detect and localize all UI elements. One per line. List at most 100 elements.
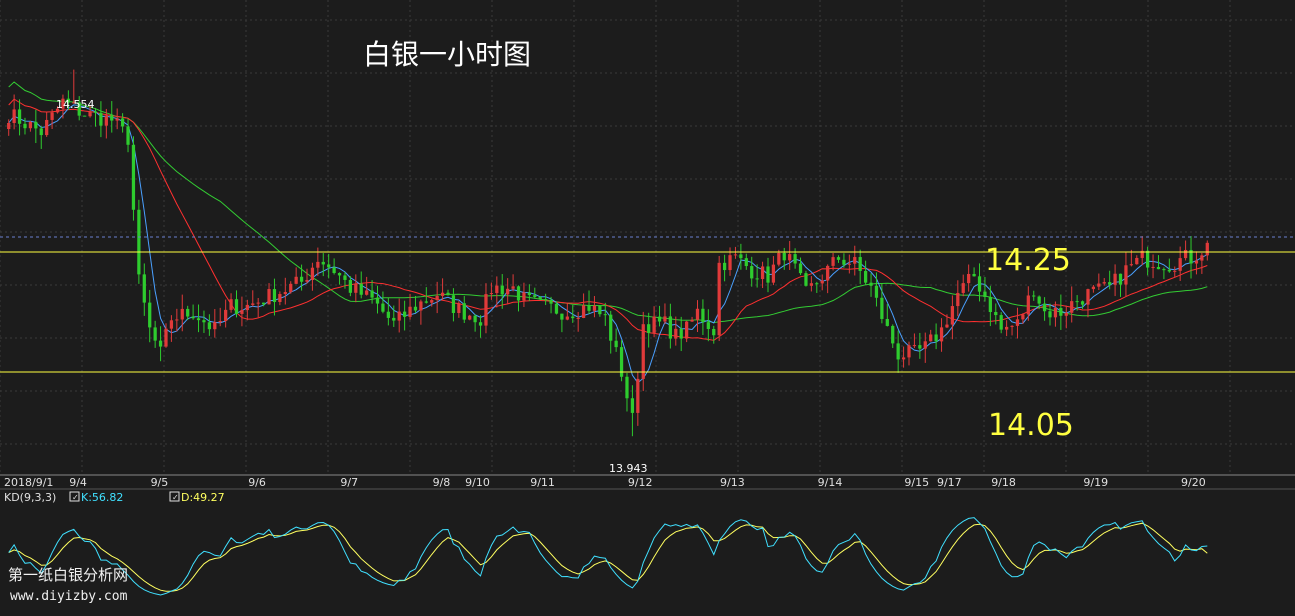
candle-body bbox=[739, 254, 743, 259]
candle-body bbox=[587, 305, 591, 311]
candle-body bbox=[1042, 303, 1047, 312]
candle-body bbox=[196, 318, 201, 321]
candle-body bbox=[782, 252, 786, 261]
candle-body bbox=[929, 334, 933, 342]
candle-body bbox=[1118, 273, 1123, 285]
candle-body bbox=[457, 303, 461, 314]
candle-body bbox=[137, 209, 141, 275]
candle-body bbox=[1146, 250, 1150, 268]
candle-body bbox=[1037, 296, 1041, 304]
candle-body bbox=[158, 340, 163, 347]
x-tick-label: 9/7 bbox=[340, 476, 358, 489]
level-label-lower: 14.05 bbox=[988, 408, 1074, 443]
candle-body bbox=[186, 308, 190, 317]
candle-body bbox=[435, 295, 439, 301]
candle-body bbox=[267, 289, 271, 305]
candle-body bbox=[495, 285, 499, 294]
candle-body bbox=[392, 317, 396, 321]
candle-body bbox=[381, 303, 385, 312]
candle-body bbox=[419, 301, 423, 311]
candle-body bbox=[28, 121, 33, 129]
candle-body bbox=[413, 306, 418, 311]
candle-body bbox=[858, 257, 862, 271]
candle-body bbox=[202, 320, 206, 323]
candle-body bbox=[468, 315, 472, 320]
candle-body bbox=[560, 313, 564, 320]
candle-body bbox=[804, 273, 808, 286]
candle-body bbox=[1048, 311, 1052, 318]
candle-body bbox=[316, 261, 320, 268]
candle-body bbox=[256, 302, 260, 304]
candle-body bbox=[880, 297, 884, 319]
candle-body bbox=[744, 258, 748, 267]
candle-body bbox=[451, 295, 456, 314]
candle-body bbox=[1032, 295, 1036, 297]
x-tick-label: 9/8 bbox=[433, 476, 451, 489]
x-tick-label: 9/4 bbox=[69, 476, 87, 489]
candle-body bbox=[120, 118, 125, 127]
candle-body bbox=[1080, 301, 1085, 305]
candle-body bbox=[1178, 258, 1182, 271]
candle-body bbox=[402, 311, 407, 317]
candle-body bbox=[397, 311, 401, 321]
ma-slow-line bbox=[8, 81, 1208, 324]
candle-body bbox=[1086, 289, 1090, 305]
candle-body bbox=[424, 301, 428, 303]
candle-body bbox=[571, 316, 575, 319]
candle-body bbox=[337, 273, 342, 276]
x-tick-label: 9/14 bbox=[818, 476, 843, 489]
x-tick-label: 9/20 bbox=[1181, 476, 1206, 489]
x-tick-label: 9/10 bbox=[465, 476, 490, 489]
candle-body bbox=[695, 308, 700, 320]
candle-body bbox=[229, 299, 233, 310]
candle-body bbox=[896, 343, 900, 360]
candle-body bbox=[126, 126, 130, 145]
x-tick-label: 9/17 bbox=[937, 476, 962, 489]
candle-body bbox=[1151, 266, 1155, 268]
level-lines bbox=[0, 236, 1295, 373]
candle-body bbox=[522, 292, 526, 301]
candle-body bbox=[251, 303, 255, 305]
candle-body bbox=[907, 345, 911, 358]
candle-body bbox=[603, 314, 607, 316]
candle-body bbox=[1004, 326, 1009, 330]
kd-d-value: D:49.27 bbox=[181, 491, 225, 504]
candle-body bbox=[538, 296, 542, 300]
candle-body bbox=[549, 299, 553, 304]
candle-body bbox=[1097, 283, 1101, 287]
candle-body bbox=[630, 398, 635, 413]
candle-body bbox=[289, 283, 293, 293]
candle-body bbox=[327, 264, 331, 268]
candle-body bbox=[1091, 286, 1096, 290]
candle-body bbox=[766, 266, 770, 283]
candle-body bbox=[576, 317, 580, 319]
candle-body bbox=[234, 299, 239, 314]
candle-body bbox=[728, 255, 732, 271]
candle-body bbox=[473, 315, 477, 323]
candle-body bbox=[760, 266, 765, 280]
candle-body bbox=[657, 316, 662, 322]
candle-body bbox=[516, 286, 521, 301]
candle-body bbox=[213, 322, 217, 330]
candle-body bbox=[332, 267, 336, 274]
candle-body bbox=[901, 357, 906, 360]
moving-averages bbox=[8, 81, 1208, 384]
candle-body bbox=[733, 254, 738, 256]
candle-body bbox=[939, 327, 944, 342]
candle-body bbox=[1167, 269, 1171, 272]
candle-body bbox=[755, 278, 759, 280]
candle-body bbox=[1102, 282, 1106, 284]
kd-indicator-name: KD(9,3,3) bbox=[4, 491, 56, 504]
candle-body bbox=[592, 305, 597, 311]
low-annotation: 13.943 bbox=[609, 462, 648, 475]
kd-d-check-icon: ✓ bbox=[172, 493, 179, 502]
candle-body bbox=[842, 259, 846, 265]
candle-body bbox=[321, 261, 325, 265]
candle-body bbox=[88, 111, 92, 117]
candle-body bbox=[983, 291, 987, 297]
candle-body bbox=[283, 292, 287, 295]
candle-body bbox=[1135, 257, 1139, 265]
candle-body bbox=[115, 118, 119, 121]
candle-body bbox=[478, 322, 483, 326]
x-tick-label: 9/5 bbox=[151, 476, 169, 489]
